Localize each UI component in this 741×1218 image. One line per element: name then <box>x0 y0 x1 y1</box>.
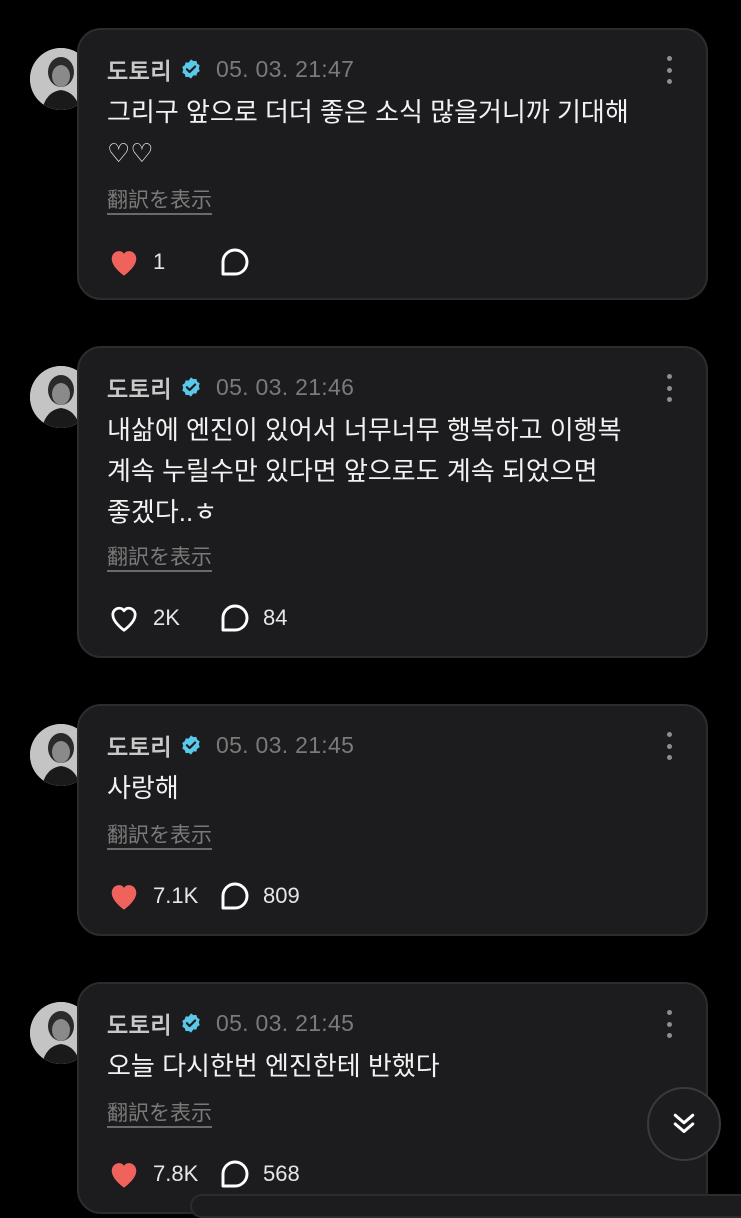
post-header: 도토리 05. 03. 21:45 <box>107 728 355 762</box>
like-count: 7.1K <box>153 883 199 908</box>
heart-icon <box>111 251 137 276</box>
comment-count: 568 <box>263 1161 300 1186</box>
like-count: 2K <box>153 605 180 630</box>
more-options-button[interactable] <box>664 1010 674 1038</box>
more-vertical-icon <box>666 374 672 379</box>
verified-badge-icon <box>182 377 200 397</box>
comment-card: 도토리 05. 03. 21:47 그리구 앞으로 더더 좋은 소식 많을거니까… <box>77 28 708 300</box>
like-button[interactable]: 1 <box>107 247 219 277</box>
scroll-to-bottom-button[interactable] <box>647 1087 721 1161</box>
like-count: 7.8K <box>153 1161 199 1186</box>
next-comment-card-edge <box>190 1194 741 1218</box>
more-vertical-icon <box>666 56 672 61</box>
author-name[interactable]: 도토리 <box>107 1006 172 1040</box>
comment-bubble-icon <box>221 248 249 276</box>
post-timestamp: 05. 03. 21:45 <box>215 1009 355 1036</box>
post-actions: 7.8K 568 <box>107 1156 300 1192</box>
post-timestamp: 05. 03. 21:46 <box>215 373 355 400</box>
comment-card: 도토리 05. 03. 21:45 오늘 다시한번 엔진한테 반했다 翻訳を表示… <box>77 982 708 1214</box>
like-button[interactable]: 7.8K <box>107 1159 219 1189</box>
post-text: 오늘 다시한번 엔진한테 반했다 <box>107 1051 440 1081</box>
author-name[interactable]: 도토리 <box>107 370 172 404</box>
comment-bubble-icon <box>221 882 249 910</box>
verified-badge-icon <box>182 735 200 755</box>
post-actions: 2K 84 <box>107 600 287 636</box>
comment-button[interactable]: 809 <box>219 880 300 912</box>
more-vertical-icon <box>666 1010 672 1015</box>
post-text: 사랑해 <box>107 773 179 803</box>
comment-count: 809 <box>263 883 300 908</box>
show-translation-link[interactable]: 翻訳を表示 <box>107 541 212 571</box>
comment-bubble-icon <box>221 1160 249 1188</box>
author-name[interactable]: 도토리 <box>107 52 172 86</box>
post-header: 도토리 05. 03. 21:47 <box>107 52 355 86</box>
comment-button[interactable]: 84 <box>219 602 287 634</box>
verified-badge-icon <box>182 1013 200 1033</box>
comment-count: 84 <box>263 605 288 630</box>
post-timestamp: 05. 03. 21:47 <box>215 55 355 82</box>
comment-card: 도토리 05. 03. 21:46 내삶에 엔진이 있어서 너무너무 행복하고 … <box>77 346 708 658</box>
comment-bubble-icon <box>221 604 249 632</box>
comment-card: 도토리 05. 03. 21:45 사랑해 翻訳を表示 7.1K 809 <box>77 704 708 936</box>
like-count: 1 <box>153 249 166 274</box>
post-actions: 1 <box>107 244 263 280</box>
like-button[interactable]: 2K <box>107 603 219 633</box>
post-header: 도토리 05. 03. 21:46 <box>107 370 355 404</box>
more-vertical-icon <box>666 732 672 737</box>
post-text: 그리구 앞으로 더더 좋은 소식 많을거니까 기대해 ♡♡ <box>107 97 629 168</box>
post-header: 도토리 05. 03. 21:45 <box>107 1006 355 1040</box>
show-translation-link[interactable]: 翻訳を表示 <box>107 1097 212 1127</box>
more-options-button[interactable] <box>664 374 674 402</box>
comment-button[interactable]: 568 <box>219 1158 300 1190</box>
comment-button[interactable] <box>219 246 263 278</box>
author-name[interactable]: 도토리 <box>107 728 172 762</box>
double-chevron-down-icon <box>673 1113 695 1133</box>
like-button[interactable]: 7.1K <box>107 881 219 911</box>
more-options-button[interactable] <box>664 732 674 760</box>
heart-icon <box>111 1163 137 1188</box>
show-translation-link[interactable]: 翻訳を表示 <box>107 819 212 849</box>
heart-icon <box>111 885 137 910</box>
more-options-button[interactable] <box>664 56 674 84</box>
show-translation-link[interactable]: 翻訳を表示 <box>107 184 212 214</box>
verified-badge-icon <box>182 59 200 79</box>
post-timestamp: 05. 03. 21:45 <box>215 731 355 758</box>
post-actions: 7.1K 809 <box>107 878 300 914</box>
heart-outline-icon <box>111 606 137 632</box>
post-text: 내삶에 엔진이 있어서 너무너무 행복하고 이행복 계속 누릴수만 있다면 앞으… <box>107 415 622 527</box>
